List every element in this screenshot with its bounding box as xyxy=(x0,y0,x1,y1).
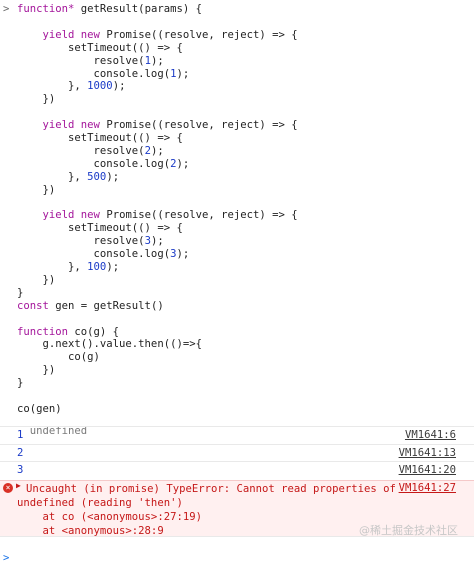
code-line: const gen = getResult() xyxy=(17,299,164,312)
code-line: }) xyxy=(17,183,56,196)
log-row: 3 VM1641:20 xyxy=(0,461,474,479)
code-line: } xyxy=(17,286,24,299)
code-line: console.log(2); xyxy=(17,157,190,170)
code-line: g.next().value.then(()=>{ xyxy=(17,338,202,351)
code-line: }) xyxy=(17,364,56,377)
error-line-2: undefined (reading 'then') xyxy=(17,497,183,509)
code-line: yield new Promise((resolve, reject) => { xyxy=(42,28,298,41)
code-line: function co(g) { xyxy=(17,325,120,338)
code-line: setTimeout(() => { xyxy=(17,41,183,54)
code-line: }, 500); xyxy=(17,170,120,183)
code-line: yield new Promise((resolve, reject) => { xyxy=(42,119,298,132)
console-prompt-row[interactable]: > xyxy=(0,536,474,564)
log-row: 2 VM1641:13 xyxy=(0,443,474,462)
code-line: console.log(3); xyxy=(17,248,190,261)
code-line: yield new Promise((resolve, reject) => { xyxy=(42,209,298,222)
log-source-link[interactable]: VM1641:20 xyxy=(399,464,456,476)
watermark: @稀土掘金技术社区 xyxy=(359,524,458,537)
code-line: co(g) xyxy=(17,351,100,364)
log-value: 1 xyxy=(17,429,24,441)
code-line: setTimeout(() => { xyxy=(17,132,183,144)
code-line: } xyxy=(17,377,24,390)
return-value-row: undefined xyxy=(0,410,474,437)
code-line: }, 100); xyxy=(17,261,120,273)
code-line: resolve(3); xyxy=(17,235,164,248)
code-line: }) xyxy=(17,273,56,286)
log-source-link[interactable]: VM1641:13 xyxy=(399,447,456,459)
log-row: 1 VM1641:6 xyxy=(0,426,474,444)
log-value: 3 xyxy=(17,464,24,476)
error-source-link[interactable]: VM1641:27 xyxy=(399,482,456,494)
code-line: }) xyxy=(17,93,56,106)
prompt-chevron-icon: > xyxy=(3,552,10,564)
log-value: 2 xyxy=(17,446,24,459)
code-line: resolve(1); xyxy=(17,54,164,67)
code-line: resolve(2); xyxy=(17,144,164,157)
code-line: setTimeout(() => { xyxy=(17,222,183,235)
code-line: console.log(1); xyxy=(17,67,190,80)
code-line: function* getResult(params) {> xyxy=(3,3,202,15)
code-line: }, 1000); xyxy=(17,80,126,93)
input-chevron-icon: > xyxy=(3,3,10,15)
log-source-link[interactable]: VM1641:6 xyxy=(405,429,456,441)
